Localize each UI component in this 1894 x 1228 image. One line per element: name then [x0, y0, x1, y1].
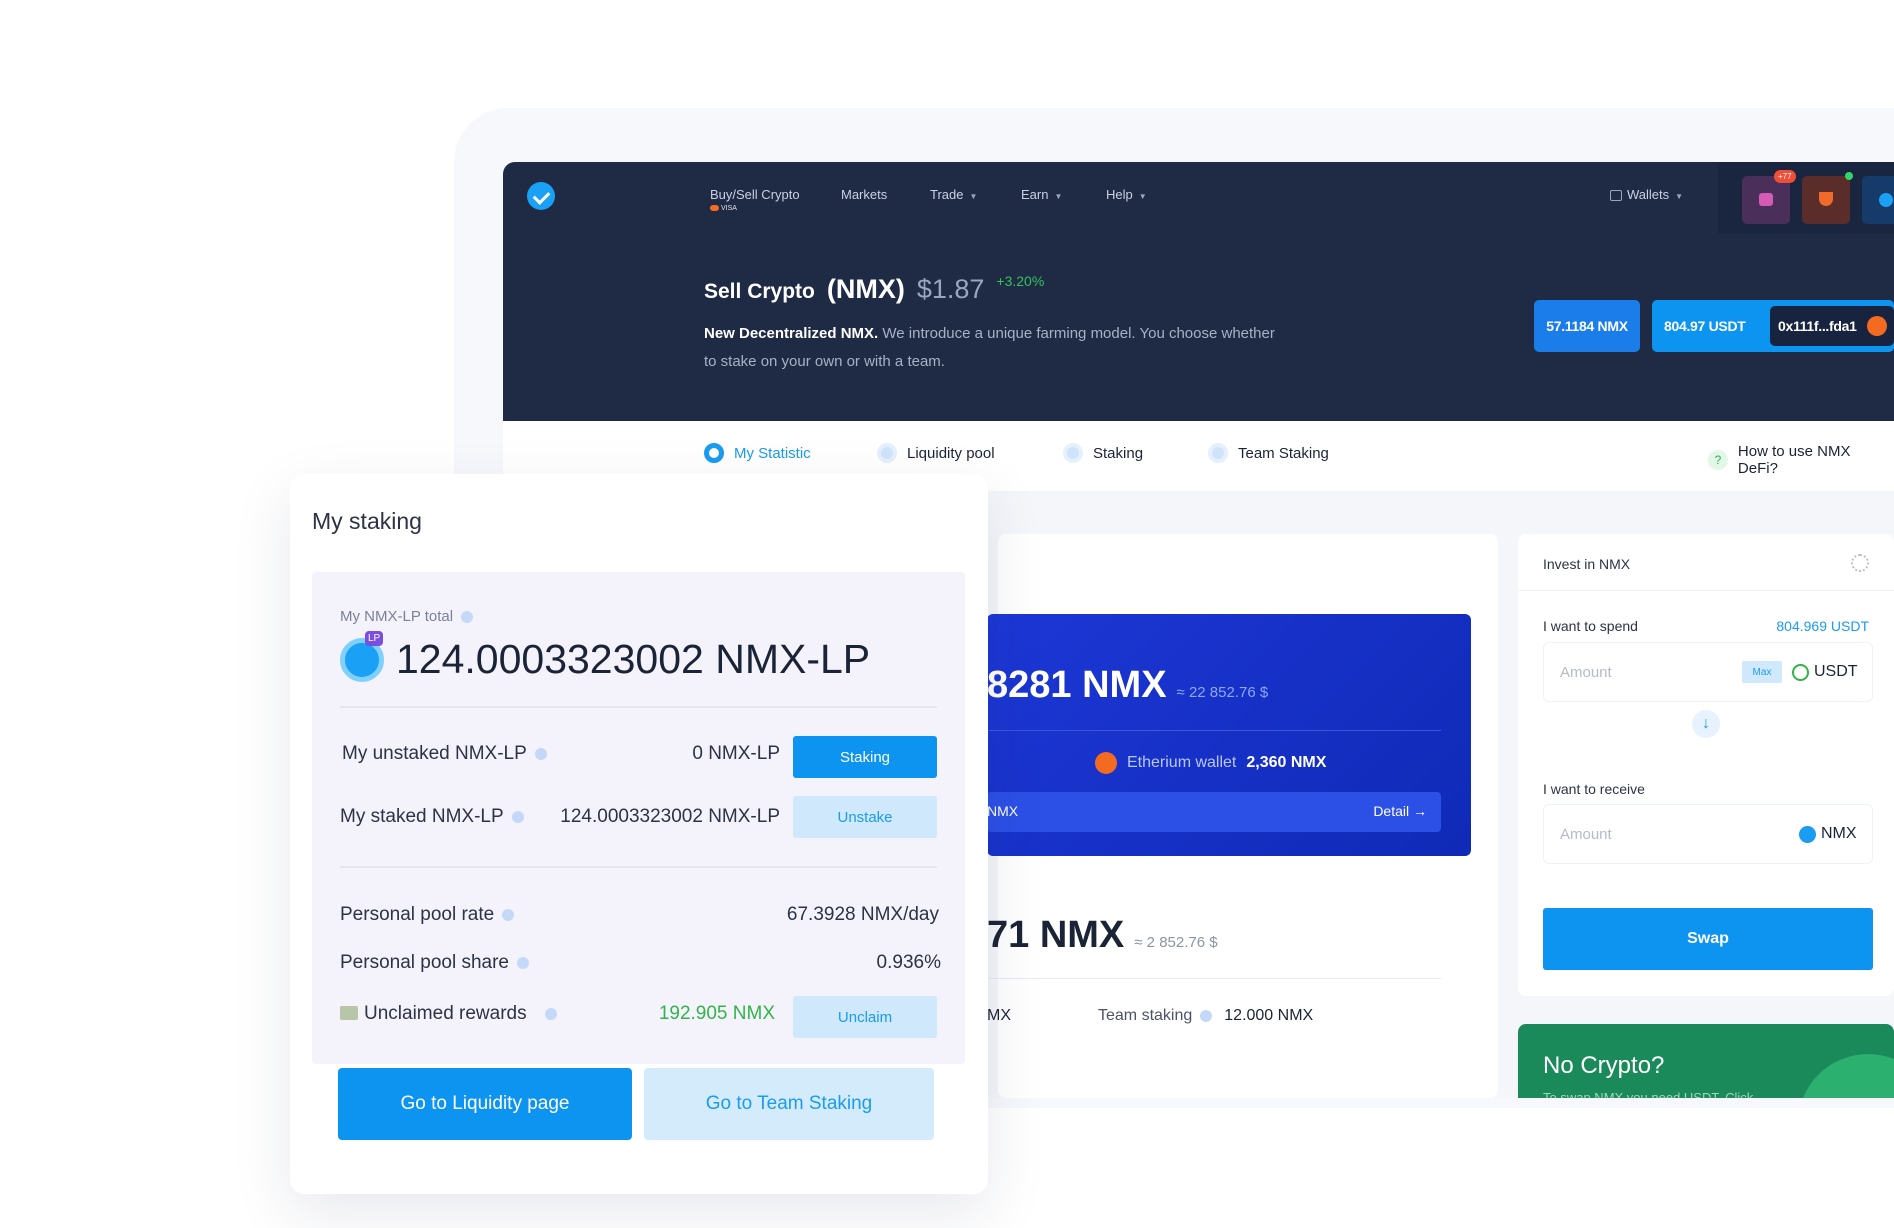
staking-button[interactable]: Staking [793, 736, 937, 778]
nav-earn[interactable]: Earn ▼ [1021, 187, 1062, 202]
max-button[interactable]: Max [1742, 661, 1782, 683]
team-total-usd: ≈ 2 852.76 $ [1134, 934, 1218, 951]
drop-icon [877, 443, 897, 463]
arrow-right-icon: → [1413, 803, 1427, 819]
team-total: 71 NMX [987, 914, 1125, 956]
spend-label: I want to spend [1543, 618, 1638, 634]
chevron-down-icon: ▼ [1675, 192, 1684, 201]
wallet-total: 8281 NMX [987, 664, 1167, 706]
detail-link[interactable]: Detail → [1373, 803, 1427, 819]
info-icon [517, 956, 529, 969]
price-value: $1.87 [916, 274, 985, 304]
promo-subtitle: To swap NMX you need USDT. Click [1543, 1090, 1754, 1098]
nmx-wallet-card: 8281 NMX ≈ 22 852.76 $ Etherium wallet 2… [987, 614, 1471, 856]
invest-title: Invest in NMX [1543, 556, 1631, 572]
nmx-lp-icon: LP [340, 631, 384, 682]
pool-share-value: 0.936% [876, 952, 941, 973]
swap-button[interactable]: Swap [1543, 908, 1873, 970]
wallet-strip: NMX Detail → [987, 792, 1441, 832]
account-avatar-icon [1866, 316, 1887, 336]
settings-gear-icon[interactable] [1851, 554, 1869, 572]
lp-total-value: 124.0003323002 NMX-LP [396, 636, 871, 682]
money-icon [340, 1006, 358, 1020]
nav-trade[interactable]: Trade ▼ [930, 187, 977, 202]
info-icon [534, 747, 547, 760]
no-crypto-banner[interactable]: No Crypto? To swap NMX you need USDT. Cl… [1518, 1024, 1894, 1098]
spend-balance[interactable]: 804.969 USDT [1776, 618, 1869, 634]
swap-direction-icon[interactable]: ↓ [1692, 710, 1720, 738]
staking-summary: My NMX-LP total LP 124.0003323002 NMX-LP… [312, 572, 965, 1064]
tab-staking[interactable]: Staking [1063, 443, 1143, 463]
wallet-address[interactable]: 0x111f...fda1 [1770, 306, 1894, 346]
gift-icon [1759, 193, 1773, 206]
profile-button[interactable] [1862, 176, 1894, 224]
info-icon [1200, 1009, 1213, 1022]
trophy-icon [1819, 192, 1833, 206]
question-icon: ? [1708, 450, 1728, 470]
invest-panel: Invest in NMX I want to spend 804.969 US… [1518, 534, 1894, 996]
header-description: New Decentralized NMX. We introduce a un… [704, 325, 1275, 370]
tab-team-staking[interactable]: Team Staking [1208, 443, 1329, 463]
personal-staking-value: MX [987, 1007, 1011, 1024]
promo-title: No Crypto? [1543, 1052, 1665, 1079]
wallets-menu[interactable]: Wallets ▼ [1610, 187, 1683, 202]
online-dot [1845, 172, 1853, 180]
info-icon [544, 1007, 557, 1020]
eth-wallet-row: Etherium wallet 2,360 NMX [1095, 752, 1326, 774]
help-link[interactable]: ? How to use NMX DeFi? [1708, 443, 1894, 477]
app-header: Buy/Sell Crypto VISA Markets Trade ▼ Earn… [503, 162, 1894, 421]
pool-rate-value: 67.3928 NMX/day [786, 904, 939, 925]
trophy-button[interactable] [1802, 172, 1853, 224]
ethereum-icon [1095, 752, 1117, 774]
chevron-down-icon: ▼ [1054, 192, 1063, 201]
chart-icon [704, 443, 724, 463]
info-icon [511, 810, 524, 823]
wallet-icon [1610, 190, 1622, 202]
unclaim-button[interactable]: Unclaim [793, 996, 937, 1038]
nav-markets[interactable]: Markets [841, 187, 887, 202]
brand-logo-icon[interactable] [527, 182, 555, 210]
nav-buy-sell[interactable]: Buy/Sell Crypto VISA [710, 187, 800, 212]
team-icon [1208, 443, 1228, 463]
usdt-icon [1792, 664, 1809, 681]
nmx-coin-icon [1799, 826, 1816, 843]
staked-value: 124.0003323002 NMX-LP [560, 806, 780, 827]
visa-badge: VISA [720, 205, 737, 212]
info-icon [502, 908, 515, 921]
spend-amount-input[interactable]: Amount [1560, 664, 1612, 681]
info-icon [461, 611, 474, 624]
tab-liquidity-pool[interactable]: Liquidity pool [877, 443, 995, 463]
team-staking-row: Team staking 12.000 NMX [1098, 1007, 1314, 1024]
profile-icon [1879, 193, 1893, 207]
rewards-button[interactable]: +77 [1742, 170, 1796, 224]
go-team-staking-button[interactable]: Go to Team Staking [644, 1068, 934, 1140]
chevron-down-icon: ▼ [1138, 192, 1147, 201]
receive-currency[interactable]: NMX [1821, 825, 1857, 843]
spend-amount-field[interactable]: Amount Max USDT [1543, 642, 1873, 702]
receive-amount-field[interactable]: Amount NMX [1543, 804, 1873, 864]
wallet-total-usd: ≈ 22 852.76 $ [1176, 684, 1269, 701]
go-liquidity-button[interactable]: Go to Liquidity page [338, 1068, 632, 1140]
my-staking-card: My staking My NMX-LP total LP 124.000332… [290, 474, 988, 1194]
usdt-balance-pill[interactable]: 804.97 USDT 0x111f...fda1 [1652, 300, 1894, 352]
coin-icon [1063, 443, 1083, 463]
lp-total-label: My NMX-LP total [340, 608, 474, 625]
tab-my-statistic[interactable]: My Statistic [704, 443, 811, 463]
notification-badge: +77 [1774, 170, 1796, 183]
unstake-button[interactable]: Unstake [793, 796, 937, 838]
receive-label: I want to receive [1543, 781, 1645, 797]
staking-title: My staking [312, 508, 422, 534]
receive-amount-input[interactable]: Amount [1560, 826, 1612, 843]
coin-illustration-icon [1798, 1054, 1894, 1098]
spend-currency[interactable]: USDT [1814, 663, 1858, 681]
price-change: +3.20% [996, 273, 1045, 289]
unstaked-value: 0 NMX-LP [692, 743, 780, 764]
page-title: Sell Crypto (NMX) $1.87 +3.20% [704, 273, 1045, 304]
mastercard-icon [710, 205, 719, 212]
unclaimed-value: 192.905 NMX [658, 1003, 775, 1024]
nmx-balance-pill[interactable]: 57.1184 NMX [1534, 300, 1640, 352]
chevron-down-icon: ▼ [969, 192, 978, 201]
nav-help[interactable]: Help ▼ [1106, 187, 1147, 202]
lp-badge: LP [365, 631, 384, 646]
